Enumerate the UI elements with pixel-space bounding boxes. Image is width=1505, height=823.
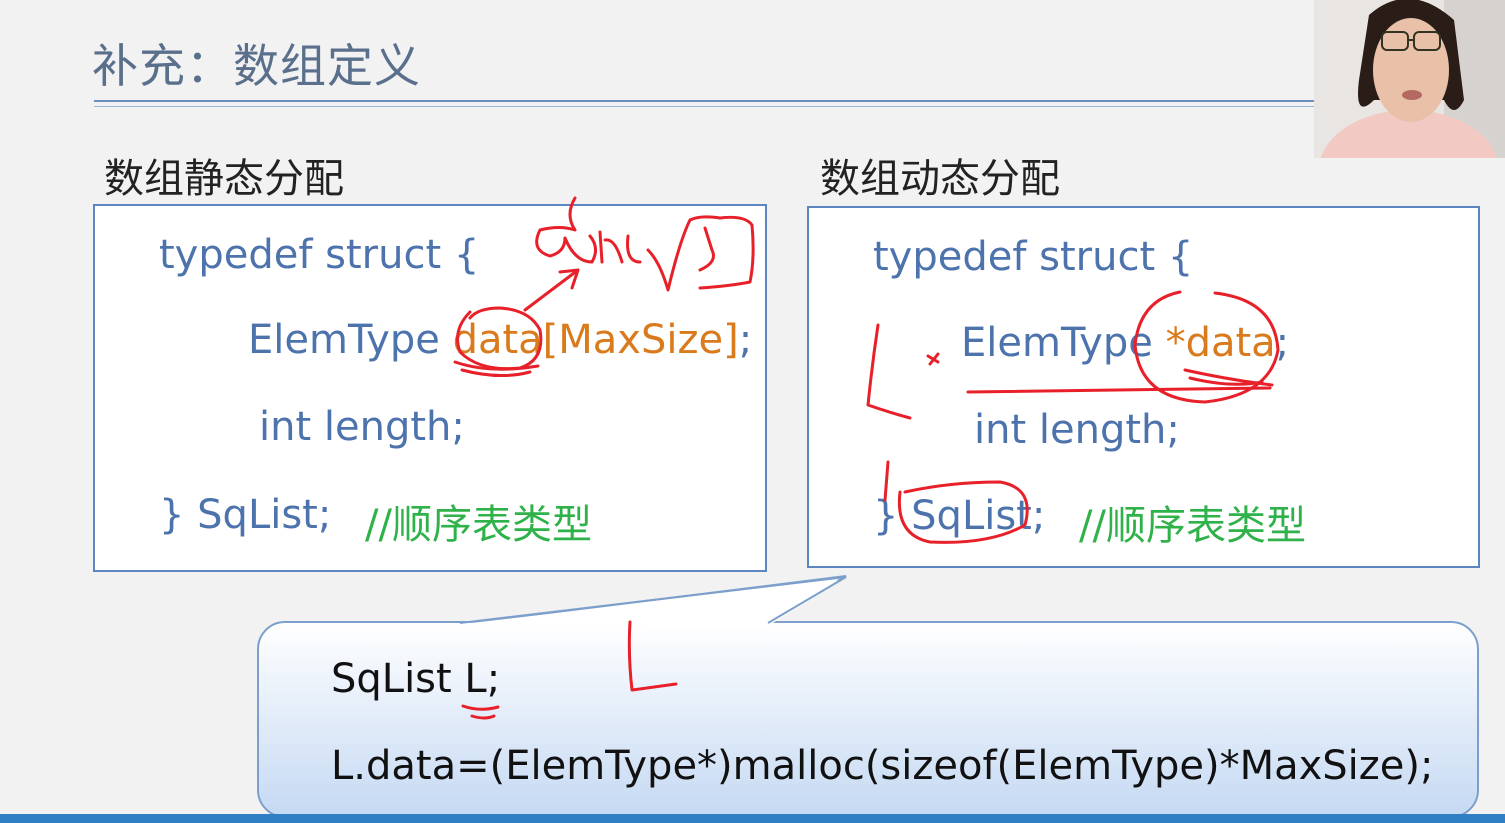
dynamic-alloc-heading: 数组动态分配 — [820, 156, 1060, 202]
dynamic-data-field: *data — [1165, 320, 1276, 366]
dynamic-comment: //顺序表类型 — [1079, 503, 1306, 549]
title-divider-thin — [94, 106, 1314, 107]
presenter-video-icon — [1314, 0, 1505, 158]
static-comment: //顺序表类型 — [365, 502, 592, 548]
callout-balloon: SqList L; L.data=(ElemType*)malloc(sizeo… — [257, 621, 1479, 818]
callout-line-declare: SqList L; — [331, 656, 501, 702]
static-data-field: data[MaxSize] — [452, 317, 739, 363]
static-alloc-code-box: typedef struct { ElemType data[MaxSize];… — [93, 204, 767, 572]
dynamic-semicolon: ; — [1275, 320, 1290, 366]
dynamic-line-sqlist: } SqList; — [873, 493, 1046, 539]
slide-title: 补充：数组定义 — [92, 39, 421, 93]
static-line-sqlist: } SqList; — [159, 492, 332, 538]
static-elemtype: ElemType — [248, 317, 453, 363]
callout-line-malloc: L.data=(ElemType*)malloc(sizeof(ElemType… — [331, 743, 1434, 789]
presenter-webcam — [1314, 0, 1505, 158]
dynamic-elemtype: ElemType — [961, 320, 1166, 366]
dynamic-line-typedef: typedef struct { — [873, 234, 1194, 280]
static-line-typedef: typedef struct { — [159, 232, 480, 278]
static-line-length: int length; — [259, 404, 465, 450]
static-semicolon: ; — [738, 317, 753, 363]
static-line-data: ElemType data[MaxSize]; — [248, 317, 752, 363]
dynamic-alloc-code-box: typedef struct { ElemType *data; int len… — [807, 206, 1480, 568]
static-alloc-heading: 数组静态分配 — [104, 156, 344, 202]
title-divider — [94, 100, 1314, 102]
dynamic-line-data: ElemType *data; — [961, 320, 1289, 366]
bottom-progress-bar — [0, 814, 1505, 823]
dynamic-line-length: int length; — [974, 407, 1180, 453]
